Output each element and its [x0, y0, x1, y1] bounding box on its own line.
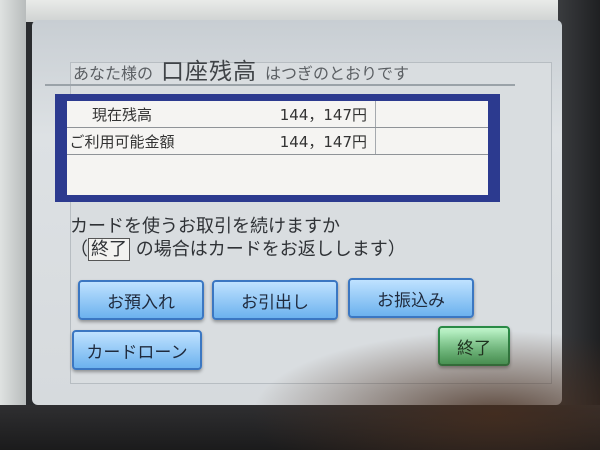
question-line-1: カードを使うお取引を続けますか: [70, 216, 340, 237]
atm-bezel-left: [0, 0, 26, 450]
transfer-button[interactable]: お振込み: [348, 278, 474, 318]
withdraw-button[interactable]: お引出し: [212, 280, 338, 320]
balance-value-available: 144，147円: [177, 128, 376, 154]
header-title: 口座残高: [161, 59, 258, 85]
balance-label-available: ご利用可能金額: [69, 132, 175, 151]
deposit-button[interactable]: お預入れ: [78, 280, 204, 320]
table-row: ご利用可能金額 144，147円: [67, 128, 488, 155]
balance-label-current: 現在残高: [91, 105, 152, 124]
balance-table-inner: 現在残高 144，147円 ご利用可能金額 144，147円: [67, 101, 488, 195]
question-line-2: （終了 の場合はカードをお返しします）: [70, 238, 470, 261]
balance-value-current: 144，147円: [177, 101, 376, 127]
continue-question: カードを使うお取引を続けますか （終了 の場合はカードをお返しします）: [70, 215, 470, 261]
atm-bezel-top: [0, 0, 600, 22]
paren-open: （: [70, 239, 88, 260]
question-line-2-rest: の場合はカードをお返しします）: [135, 239, 406, 260]
table-row-empty: [67, 155, 488, 195]
header-prefix: あなた様の: [73, 64, 154, 83]
end-keyword: 終了: [88, 238, 130, 261]
header-suffix: はつぎのとおりです: [265, 64, 410, 83]
balance-header: あなた様の 口座残高 はつぎのとおりです: [45, 46, 515, 86]
table-row: 現在残高 144，147円: [67, 101, 488, 128]
finger-shadow: [250, 330, 600, 450]
balance-table: 現在残高 144，147円 ご利用可能金額 144，147円: [55, 94, 500, 202]
card-loan-button[interactable]: カードローン: [72, 330, 202, 370]
